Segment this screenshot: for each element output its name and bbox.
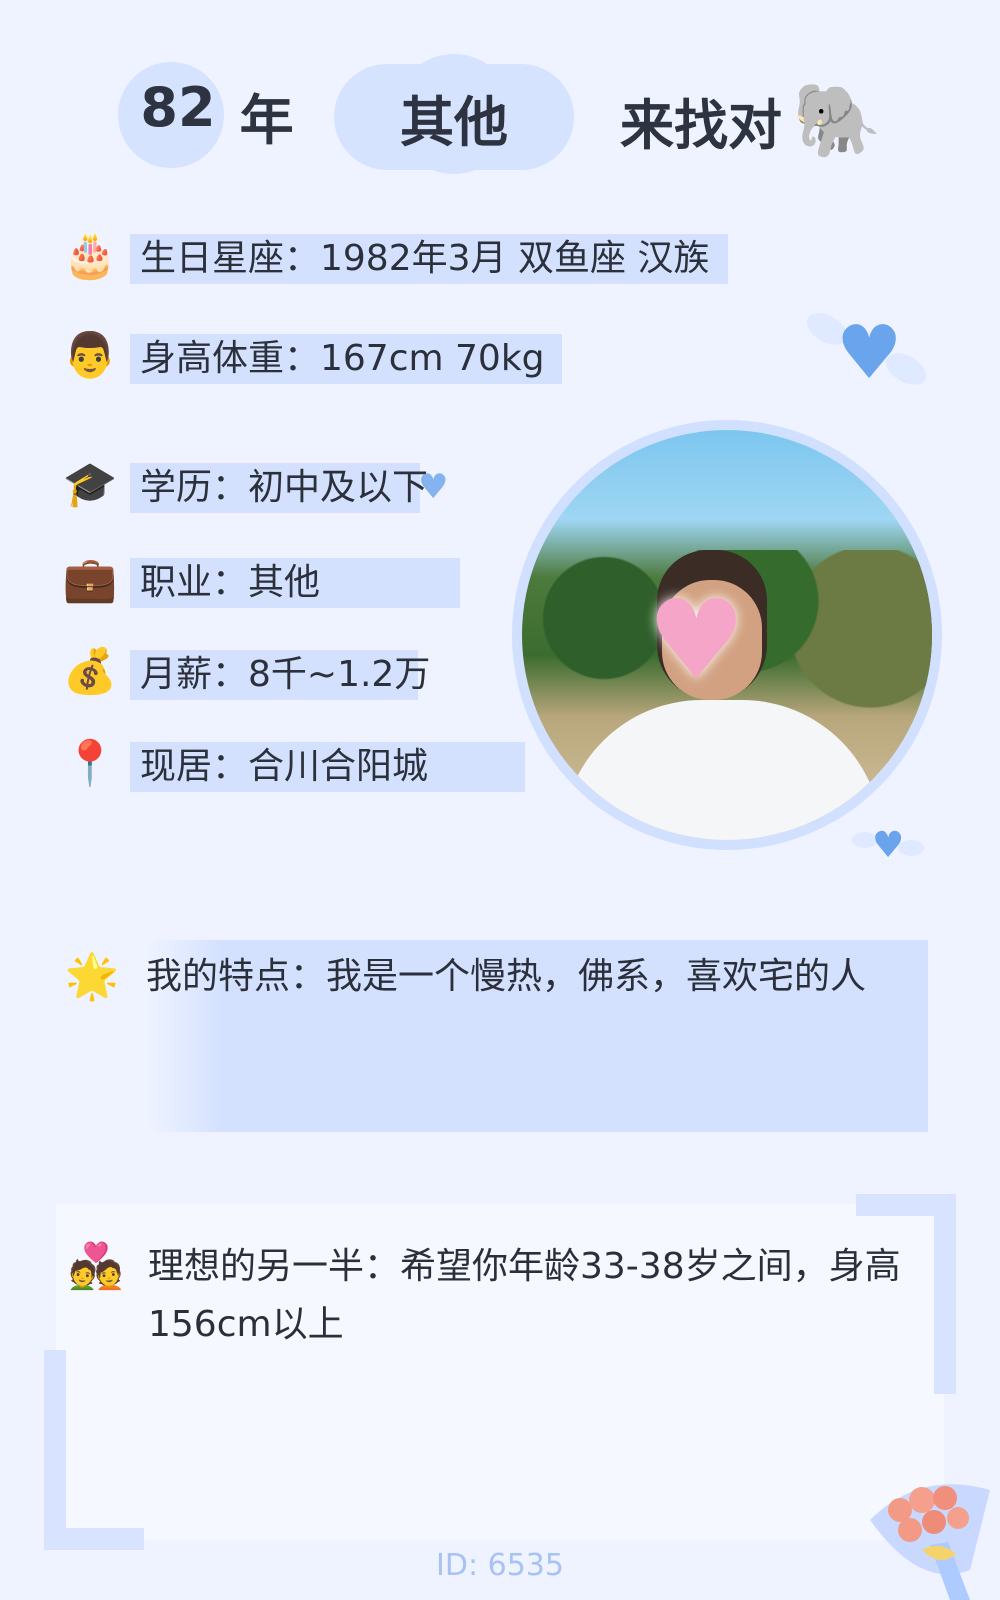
avatar-ring: ♥ — [512, 420, 942, 850]
photo-body — [562, 700, 882, 840]
occupation-text: 职业：其他 — [140, 562, 321, 603]
birthday-text: 生日星座：1982年3月 双鱼座 汉族 — [140, 238, 710, 279]
ideal-partner-text: 理想的另一半：希望你年龄33-38岁之间，身高156cm以上 — [148, 1246, 901, 1345]
find-text: 来找对 — [620, 93, 782, 157]
info-row-occupation: 💼 职业：其他 — [60, 550, 460, 608]
info-row-birthday: 🎂 生日星座：1982年3月 双鱼座 汉族 — [60, 226, 728, 284]
age-number: 82 — [140, 75, 216, 139]
blue-heart-icon: ♥ — [836, 310, 903, 396]
age-unit: 年 — [239, 88, 294, 152]
briefcase-icon: 💼 — [62, 554, 118, 605]
info-row-salary: 💰 月薪：8千~1.2万 — [60, 642, 430, 700]
features-row: 🌟 我的特点：我是一个慢热，佛系，喜欢宅的人 — [62, 946, 866, 1008]
info-row-education: 🎓 学历：初中及以下 — [60, 455, 428, 513]
face-blur-heart-icon: ♥ — [647, 576, 746, 704]
type-pill: 其他 — [334, 54, 574, 174]
man-face-icon: 👨 — [62, 330, 118, 381]
education-text: 学历：初中及以下 — [140, 467, 429, 508]
elephant-icon: 🐘 — [792, 77, 882, 162]
type-label: 其他 — [400, 90, 508, 154]
graduation-cap-icon: 🎓 — [62, 459, 118, 510]
salary-text: 月薪：8千~1.2万 — [140, 654, 431, 695]
glowing-star-icon: 🌟 — [64, 951, 120, 1002]
residence-text: 现居：合川合阳城 — [140, 746, 429, 787]
ideal-partner-row: 💑 理想的另一半：希望你年龄33-38岁之间，身高156cm以上 — [66, 1238, 926, 1354]
profile-id: ID: 6535 — [436, 1548, 564, 1583]
location-pin-icon: 📍 — [62, 738, 118, 789]
info-row-height-weight: 👨 身高体重：167cm 70kg — [60, 326, 562, 384]
card-corner-bottom-left — [44, 1350, 144, 1550]
find-title: 来找对 🐘 — [620, 70, 882, 170]
features-text: 我的特点：我是一个慢热，佛系，喜欢宅的人 — [146, 956, 867, 997]
info-row-residence: 📍 现居：合川合阳城 — [60, 734, 525, 792]
birthday-cake-icon: 🎂 — [62, 230, 118, 281]
small-blue-heart-icon: ♥ — [872, 825, 905, 866]
avatar-photo[interactable]: ♥ — [522, 430, 932, 840]
height-weight-text: 身高体重：167cm 70kg — [140, 338, 545, 379]
small-heart-icon: ♥ — [418, 467, 449, 507]
money-bag-icon: 💰 — [62, 646, 118, 697]
age-pill: 82 年 — [118, 62, 294, 168]
couple-icon: 💑 — [68, 1241, 124, 1292]
